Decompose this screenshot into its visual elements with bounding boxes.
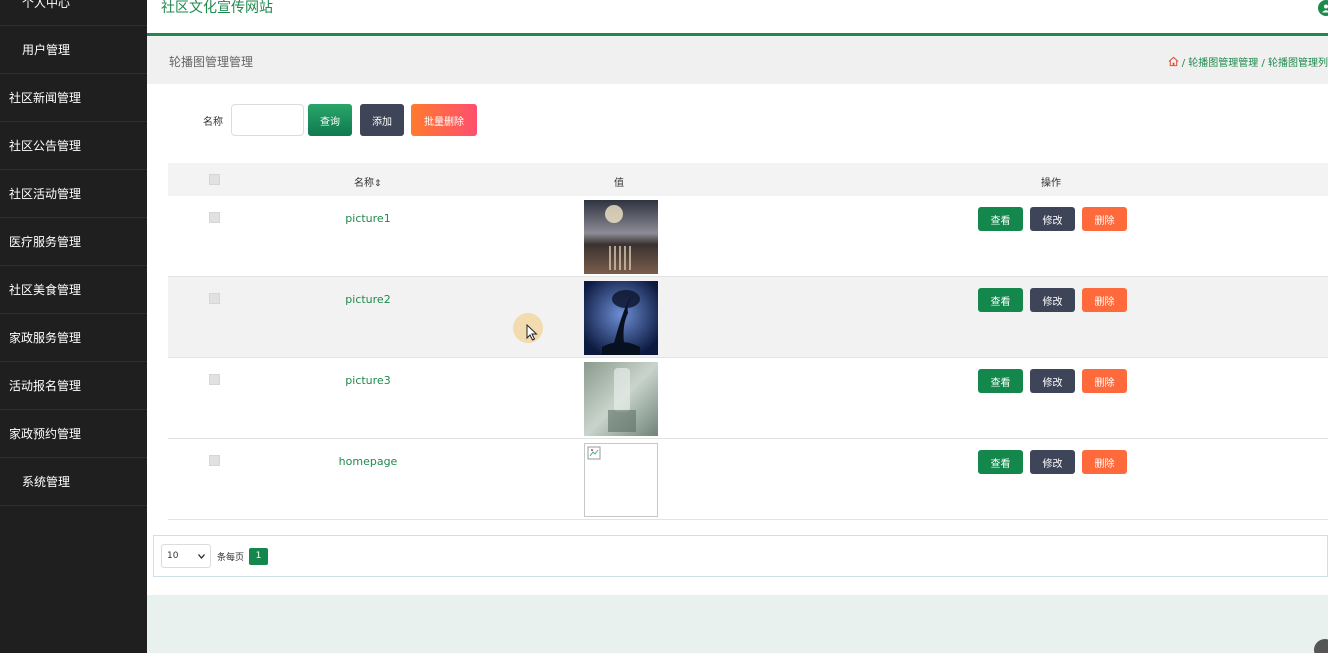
- name-column-header[interactable]: 名称⇕: [354, 174, 382, 189]
- sidebar-item-community-activity[interactable]: 社区活动管理: [0, 170, 147, 218]
- add-button[interactable]: 添加: [360, 104, 404, 136]
- row-name: picture3: [345, 374, 391, 387]
- name-search-input[interactable]: [231, 104, 304, 136]
- row-actions: 查看 修改 删除: [978, 288, 1134, 312]
- name-label: 名称: [203, 116, 223, 128]
- row-image[interactable]: [584, 200, 658, 274]
- top-header: 社区文化宣传网站: [147, 0, 1328, 36]
- sidebar-item-label: 家政预约管理: [9, 427, 82, 441]
- thumbnail-picture2: [584, 281, 658, 355]
- view-button[interactable]: 查看: [978, 207, 1023, 231]
- sidebar-item-label: 社区活动管理: [9, 187, 82, 201]
- scroll-top-button[interactable]: [1314, 639, 1328, 653]
- thumbnail-picture3: [584, 362, 658, 436]
- sidebar-item-medical-service[interactable]: 医疗服务管理: [0, 218, 147, 266]
- view-button[interactable]: 查看: [978, 288, 1023, 312]
- sidebar-item-label: 医疗服务管理: [9, 235, 82, 249]
- delete-button[interactable]: 删除: [1082, 207, 1127, 231]
- row-checkbox[interactable]: [209, 455, 220, 466]
- sidebar-item-activity-signup[interactable]: 活动报名管理: [0, 362, 147, 410]
- thumbnail-picture1: [584, 200, 658, 274]
- home-icon[interactable]: [1168, 56, 1179, 67]
- row-checkbox[interactable]: [209, 374, 220, 385]
- row-image[interactable]: [584, 281, 658, 355]
- avatar[interactable]: [1318, 0, 1328, 16]
- table-row: homepage 查看 修改 删除: [168, 439, 1328, 520]
- row-checkbox[interactable]: [209, 293, 220, 304]
- user-icon: [1322, 4, 1328, 13]
- sidebar-item-label: 个人中心: [22, 0, 71, 10]
- edit-button[interactable]: 修改: [1030, 369, 1075, 393]
- query-button[interactable]: 查询: [308, 104, 352, 136]
- mouse-cursor-icon: [526, 324, 538, 341]
- edit-button[interactable]: 修改: [1030, 207, 1075, 231]
- select-all-checkbox[interactable]: [209, 174, 220, 185]
- main-content: 名称 查询 添加 批量删除 名称⇕ 值 操作 picture1 查看 修改 删除…: [147, 84, 1328, 595]
- page-title: 轮播图管理管理: [169, 55, 254, 69]
- sidebar-item-label: 社区新闻管理: [9, 91, 82, 105]
- sidebar-item-label: 活动报名管理: [9, 379, 82, 393]
- carousel-table: 名称⇕ 值 操作 picture1 查看 修改 删除 picture2 查看 修…: [168, 163, 1328, 520]
- edit-button[interactable]: 修改: [1030, 450, 1075, 474]
- name-header-text: 名称: [354, 178, 374, 189]
- sidebar-item-user-management[interactable]: 用户管理: [0, 26, 147, 74]
- edit-button[interactable]: 修改: [1030, 288, 1075, 312]
- sidebar-item-label: 用户管理: [22, 43, 71, 57]
- delete-button[interactable]: 删除: [1082, 369, 1127, 393]
- sidebar-item-housekeeping-booking[interactable]: 家政预约管理: [0, 410, 147, 458]
- page-1-button[interactable]: 1: [249, 547, 269, 565]
- sidebar-item-label: 系统管理: [22, 475, 71, 489]
- page-size-value: 10: [167, 551, 179, 561]
- sidebar-item-system-management[interactable]: 系统管理: [0, 458, 147, 506]
- row-name: homepage: [338, 455, 398, 468]
- chevron-down-icon: [198, 553, 205, 559]
- row-actions: 查看 修改 删除: [978, 450, 1134, 474]
- sidebar-item-label: 社区公告管理: [9, 139, 82, 153]
- site-title: 社区文化宣传网站: [161, 0, 273, 16]
- row-image[interactable]: [584, 362, 658, 436]
- sidebar-item-community-food[interactable]: 社区美食管理: [0, 266, 147, 314]
- ops-column-header: 操作: [1041, 178, 1061, 189]
- per-page-label: 条每页: [217, 552, 245, 563]
- sidebar-item-housekeeping-service[interactable]: 家政服务管理: [0, 314, 147, 362]
- row-name: picture1: [345, 212, 391, 225]
- value-column-header: 值: [614, 178, 624, 189]
- delete-button[interactable]: 删除: [1082, 450, 1127, 474]
- breadcrumb: / 轮播图管理管理 / 轮播图管理列: [1168, 54, 1328, 69]
- broken-image-icon: [587, 446, 601, 460]
- page-title-bar: 轮播图管理管理 / 轮播图管理管理 / 轮播图管理列: [147, 36, 1328, 84]
- sort-icon: ⇕: [374, 179, 382, 189]
- breadcrumb-text[interactable]: / 轮播图管理管理 / 轮播图管理列: [1182, 54, 1328, 69]
- pagination: 10 条每页 1: [153, 535, 1328, 577]
- search-bar: 名称 查询 添加 批量删除: [203, 104, 477, 136]
- view-button[interactable]: 查看: [978, 369, 1023, 393]
- sidebar-item-label: 社区美食管理: [9, 283, 82, 297]
- table-row: picture3 查看 修改 删除: [168, 358, 1328, 439]
- row-name: picture2: [345, 293, 391, 306]
- table-row: picture2 查看 修改 删除: [168, 277, 1328, 358]
- page-size-select[interactable]: 10: [161, 544, 211, 568]
- sidebar: 个人中心 用户管理 社区新闻管理 社区公告管理 社区活动管理 医疗服务管理 社区…: [0, 0, 147, 653]
- table-row: picture1 查看 修改 删除: [168, 196, 1328, 277]
- view-button[interactable]: 查看: [978, 450, 1023, 474]
- batch-delete-button[interactable]: 批量删除: [411, 104, 477, 136]
- delete-button[interactable]: 删除: [1082, 288, 1127, 312]
- sidebar-item-label: 家政服务管理: [9, 331, 82, 345]
- sidebar-item-community-notice[interactable]: 社区公告管理: [0, 122, 147, 170]
- table-header: 名称⇕ 值 操作: [168, 163, 1328, 196]
- sidebar-item-community-news[interactable]: 社区新闻管理: [0, 74, 147, 122]
- sidebar-item-personal-center[interactable]: 个人中心: [0, 0, 147, 26]
- row-actions: 查看 修改 删除: [978, 207, 1134, 231]
- row-actions: 查看 修改 删除: [978, 369, 1134, 393]
- row-checkbox[interactable]: [209, 212, 220, 223]
- row-image[interactable]: [584, 443, 658, 517]
